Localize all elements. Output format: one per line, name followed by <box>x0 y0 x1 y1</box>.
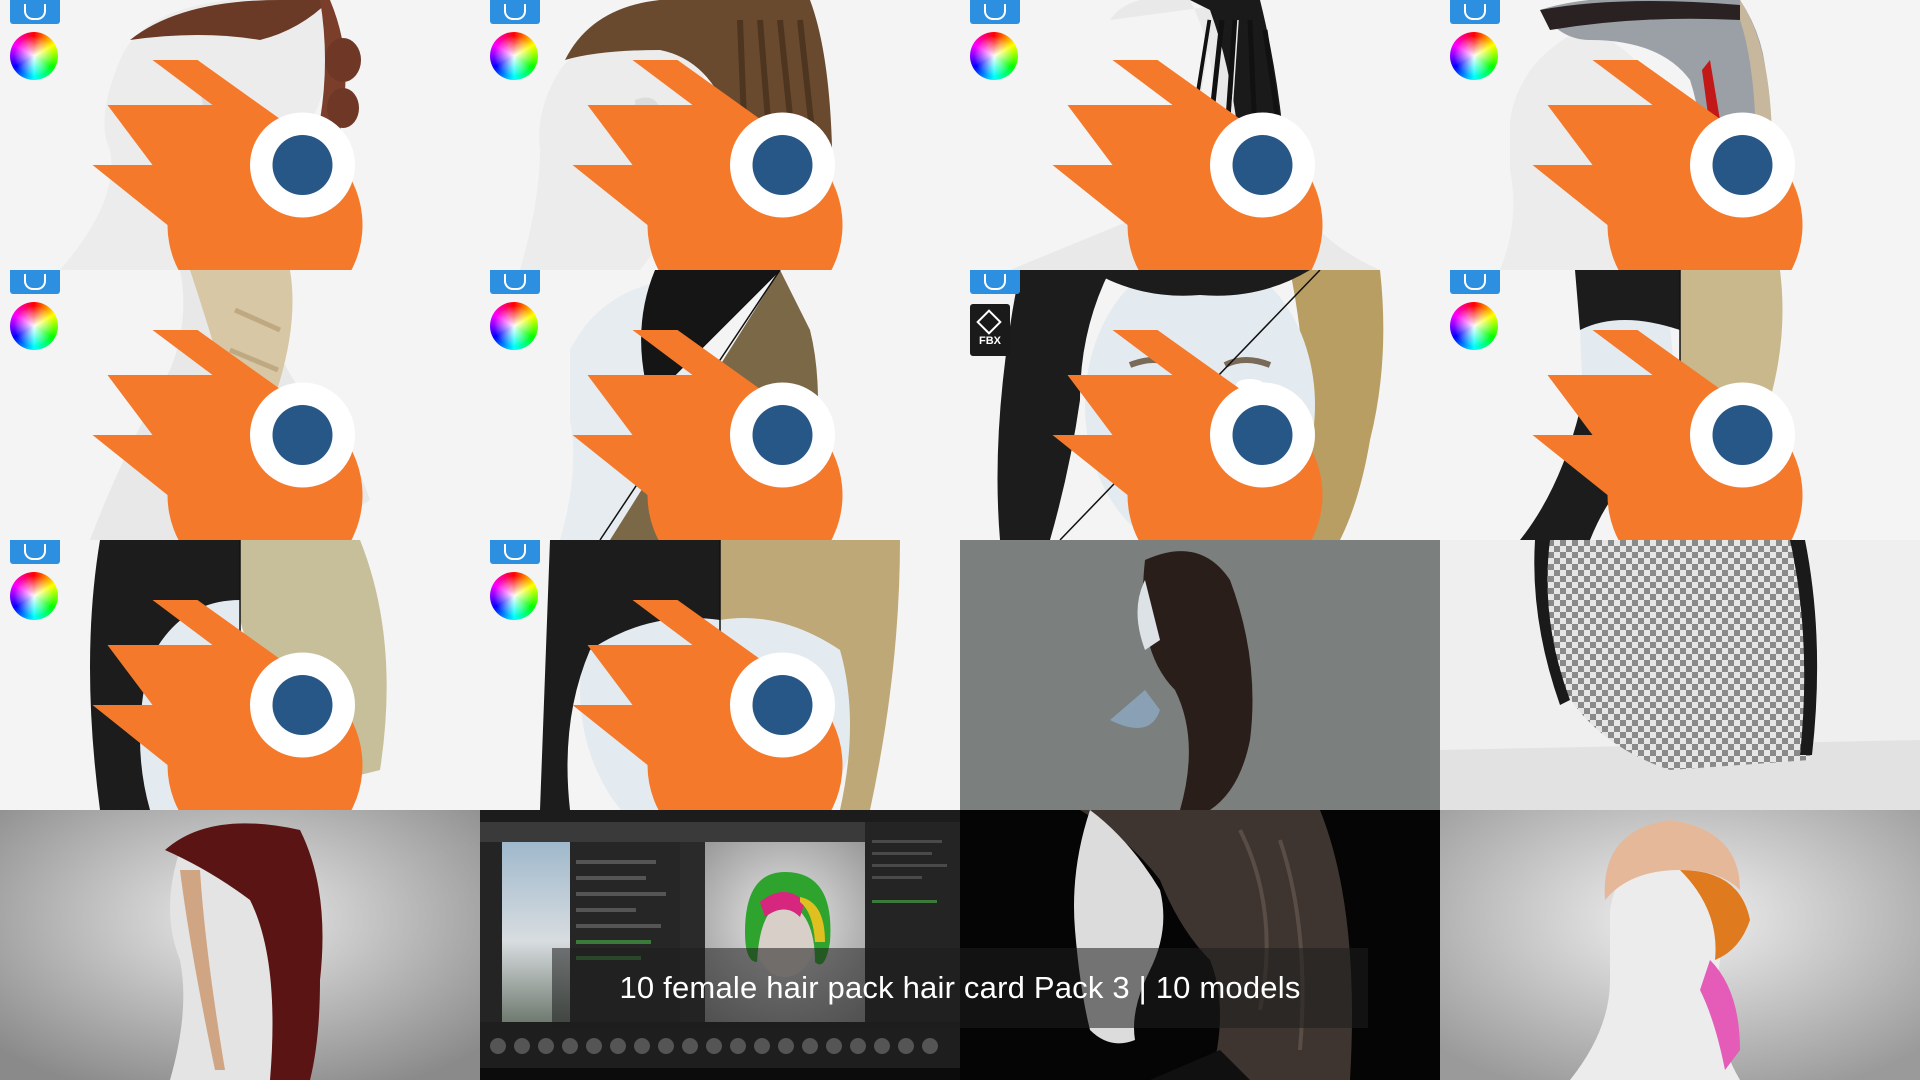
asset-thumbnail <box>538 1038 554 1054</box>
preview-grid: FBX 10 female hair pack hair card Pack 3… <box>0 0 1920 1080</box>
detail-row <box>576 940 651 944</box>
hair-tile-8 <box>1440 270 1920 540</box>
hair-tile-2 <box>480 0 960 270</box>
asset-thumbnail <box>586 1038 602 1054</box>
outliner-row <box>872 900 937 903</box>
asset-thumbnail <box>922 1038 938 1054</box>
asset-thumbnail <box>898 1038 914 1054</box>
detail-row <box>576 908 636 912</box>
blender-icon <box>92 60 363 270</box>
hair-render-mullet-red <box>0 810 480 1080</box>
format-badges <box>1450 270 1803 540</box>
left-panel <box>480 842 502 1022</box>
asset-thumbnail <box>682 1038 698 1054</box>
fbx-icon: FBX <box>970 304 1010 356</box>
outliner-row <box>872 864 947 867</box>
hair-tile-14 <box>480 810 960 1080</box>
format-badges <box>970 0 1323 270</box>
outliner-row <box>872 852 932 855</box>
asset-thumbnail <box>730 1038 746 1054</box>
format-badges: FBX <box>970 270 1323 540</box>
hair-render-uv-checker <box>1440 540 1920 810</box>
hair-tile-1 <box>0 0 480 270</box>
hair-tile-5 <box>0 270 480 540</box>
asset-thumbnail <box>658 1038 674 1054</box>
format-badges <box>10 0 363 270</box>
asset-thumbnail <box>778 1038 794 1054</box>
asset-thumbnail <box>802 1038 818 1054</box>
menu-bar <box>480 810 960 822</box>
hair-tile-10 <box>480 540 960 810</box>
blender-icon <box>572 600 843 810</box>
detail-row <box>576 860 656 864</box>
hair-tile-7: FBX <box>960 270 1440 540</box>
format-badges <box>490 270 843 540</box>
product-title: 10 female hair pack hair card Pack 3 | 1… <box>552 948 1368 1028</box>
asset-thumbnail <box>754 1038 770 1054</box>
detail-row <box>576 876 646 880</box>
hair-tile-16 <box>1440 810 1920 1080</box>
asset-thumbnail <box>826 1038 842 1054</box>
detail-row <box>576 892 666 896</box>
asset-thumbnail <box>490 1038 506 1054</box>
hair-tile-13 <box>0 810 480 1080</box>
blender-icon <box>92 330 363 540</box>
format-badges <box>1450 0 1803 270</box>
hair-tile-4 <box>1440 0 1920 270</box>
hair-tile-9 <box>0 540 480 810</box>
taskbar <box>480 1068 960 1080</box>
asset-thumbnail <box>514 1038 530 1054</box>
format-badges <box>10 540 363 810</box>
hair-tile-11 <box>960 540 1440 810</box>
hair-render-long-wavy-dark <box>960 810 1440 1080</box>
hair-tile-12 <box>1440 540 1920 810</box>
format-badges <box>490 0 843 270</box>
detail-row <box>576 924 661 928</box>
blender-icon <box>1052 330 1323 540</box>
outliner-row <box>872 840 942 843</box>
hair-tile-3 <box>960 0 1440 270</box>
asset-thumbnail <box>634 1038 650 1054</box>
blender-icon <box>1532 60 1803 270</box>
format-badges <box>490 540 843 810</box>
hair-tile-15 <box>960 810 1440 1080</box>
format-badges <box>10 270 363 540</box>
blender-icon <box>1052 60 1323 270</box>
blender-icon <box>572 60 843 270</box>
hair-render-half-up-dark <box>960 540 1440 810</box>
unreal-editor-screenshot <box>480 810 960 1080</box>
asset-thumbnail <box>610 1038 626 1054</box>
asset-thumbnail <box>562 1038 578 1054</box>
blender-icon <box>572 330 843 540</box>
asset-thumbnail <box>850 1038 866 1054</box>
outliner-row <box>872 876 922 879</box>
asset-thumbnail <box>874 1038 890 1054</box>
blender-icon <box>1532 330 1803 540</box>
hair-render-pink-orange-sweep <box>1440 810 1920 1080</box>
asset-thumbnail <box>706 1038 722 1054</box>
blender-icon <box>92 600 363 810</box>
hair-tile-6 <box>480 270 960 540</box>
